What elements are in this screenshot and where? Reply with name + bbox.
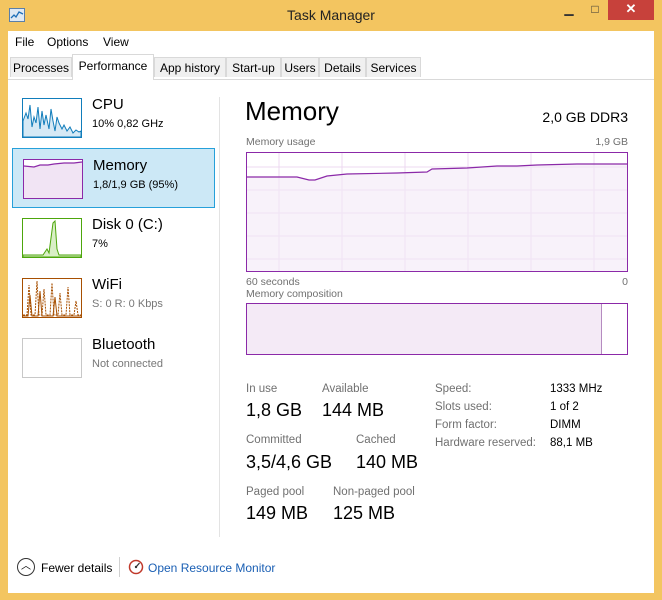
memory-heading: Memory: [245, 96, 339, 126]
sidebar-memory-subtitle: 1,8/1,9 GB (95%): [93, 179, 178, 191]
memory-usage-graph: [246, 152, 628, 272]
in-use-value: 1,8 GB: [246, 400, 303, 420]
sidebar-item-memory[interactable]: Memory 1,8/1,9 GB (95%): [12, 148, 215, 208]
minimize-button[interactable]: ▁: [556, 0, 582, 20]
memory-spec: 2,0 GB DDR3: [542, 109, 628, 125]
sidebar-item-cpu[interactable]: CPU 10% 0,82 GHz: [12, 88, 215, 148]
sidebar-bluetooth-subtitle: Not connected: [92, 358, 163, 370]
memory-usage-label: Memory usage: [246, 136, 316, 148]
disk-graph-icon: [22, 218, 82, 258]
fewer-details-button[interactable]: Fewer details: [41, 561, 112, 575]
sidebar-memory-title: Memory: [93, 157, 148, 174]
speed-label: Speed:: [435, 383, 472, 395]
sidebar-item-disk[interactable]: Disk 0 (C:) 7%: [12, 208, 215, 268]
menu-bar: File Options View: [8, 31, 654, 53]
memory-graph-icon: [23, 159, 83, 199]
wifi-graph-icon: [22, 278, 82, 318]
open-resource-monitor-link[interactable]: Open Resource Monitor: [148, 561, 275, 575]
chevron-up-icon[interactable]: ︿: [17, 558, 35, 576]
menu-view[interactable]: View: [103, 35, 129, 49]
non-paged-pool-value: 125 MB: [333, 503, 396, 523]
graph-time-right: 0: [622, 276, 628, 288]
sidebar-wifi-title: WiFi: [92, 276, 122, 293]
sidebar-item-wifi[interactable]: WiFi S: 0 R: 0 Kbps: [12, 268, 215, 328]
sidebar-item-bluetooth[interactable]: Bluetooth Not connected: [12, 328, 215, 388]
resource-monitor-icon[interactable]: [128, 559, 144, 575]
tab-details[interactable]: Details: [319, 57, 366, 77]
menu-file[interactable]: File: [15, 35, 34, 49]
hardware-reserved-value: 88,1 MB: [550, 437, 593, 449]
speed-value: 1333 MHz: [550, 383, 603, 395]
cpu-graph-icon: [22, 98, 82, 138]
sidebar-disk-title: Disk 0 (C:): [92, 216, 163, 233]
client-area: File Options View Processes Performance …: [8, 31, 654, 593]
sidebar-cpu-subtitle: 10% 0,82 GHz: [92, 118, 164, 130]
paged-pool-value: 149 MB: [246, 503, 309, 523]
memory-usage-max: 1,9 GB: [595, 136, 628, 148]
memory-composition-label: Memory composition: [246, 288, 343, 300]
available-label: Available: [322, 383, 369, 395]
cached-value: 140 MB: [356, 452, 419, 472]
memory-panel: Memory 2,0 GB DDR3 Memory usage 1,9 GB 6…: [220, 80, 654, 560]
close-button[interactable]: ✕: [608, 0, 654, 20]
tab-services[interactable]: Services: [366, 57, 421, 77]
tab-start-up[interactable]: Start-up: [226, 57, 281, 77]
graph-time-left: 60 seconds: [246, 276, 300, 288]
menu-options[interactable]: Options: [47, 35, 88, 49]
committed-label: Committed: [246, 434, 302, 446]
resource-sidebar: CPU 10% 0,82 GHz Memory 1,8/1,9 GB (95%): [8, 80, 219, 560]
memory-composition-bar: [246, 303, 628, 355]
in-use-label: In use: [246, 383, 278, 395]
slots-used-label: Slots used:: [435, 401, 492, 413]
tab-performance[interactable]: Performance: [72, 54, 154, 80]
tab-strip: Processes Performance App history Start-…: [8, 53, 654, 80]
committed-value: 3,5/4,6 GB: [246, 452, 333, 472]
tab-processes[interactable]: Processes: [10, 57, 72, 77]
sidebar-cpu-title: CPU: [92, 96, 124, 113]
task-manager-window: Task Manager ▁ □ ✕ File Options View Pro…: [0, 0, 662, 600]
slots-used-value: 1 of 2: [550, 401, 579, 413]
form-factor-value: DIMM: [550, 419, 581, 431]
sidebar-bluetooth-title: Bluetooth: [92, 336, 156, 353]
title-bar[interactable]: Task Manager ▁ □ ✕: [0, 0, 662, 31]
footer-divider: [119, 557, 120, 577]
sidebar-wifi-subtitle: S: 0 R: 0 Kbps: [92, 298, 163, 310]
form-factor-label: Form factor:: [435, 419, 497, 431]
cached-label: Cached: [356, 434, 396, 446]
hardware-reserved-label: Hardware reserved:: [435, 437, 536, 449]
sidebar-disk-subtitle: 7%: [92, 238, 108, 250]
non-paged-pool-label: Non-paged pool: [333, 486, 415, 498]
available-value: 144 MB: [322, 400, 385, 420]
bluetooth-graph-icon: [22, 338, 82, 378]
maximize-button[interactable]: □: [582, 0, 608, 20]
footer-bar: ︿ Fewer details Open Resource Monitor: [8, 553, 654, 593]
paged-pool-label: Paged pool: [246, 486, 305, 498]
tab-app-history[interactable]: App history: [154, 57, 226, 77]
in-use-segment: [247, 304, 603, 354]
tab-users[interactable]: Users: [281, 57, 319, 77]
